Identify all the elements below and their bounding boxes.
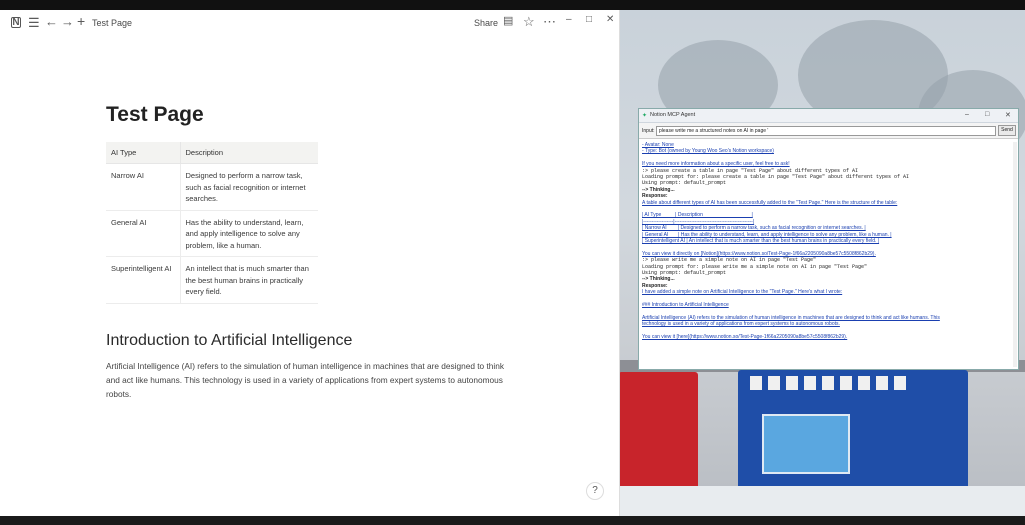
minimize-icon[interactable]: – (965, 111, 969, 118)
screen-top-bar (0, 0, 1025, 10)
breadcrumb[interactable]: Test Page (92, 18, 132, 28)
arrow-right-icon[interactable]: → (61, 15, 74, 28)
agent-window: ✦ Notion MCP Agent – □ ✕ Input: please w… (638, 108, 1019, 370)
snow-ground (618, 486, 1025, 516)
vending-slot (750, 376, 762, 390)
table-row: Superintelligent AI An intellect that is… (106, 256, 318, 304)
maximize-icon[interactable]: □ (586, 15, 592, 25)
app-icon: ✦ (642, 113, 648, 119)
notion-logo-icon[interactable]: N (11, 17, 21, 28)
notion-window: N ☰ ← → + Test Page Share ▤ ☆ ⋯ – □ ✕ Te… (0, 10, 620, 516)
page-title[interactable]: Test Page (106, 103, 204, 127)
minimize-icon[interactable]: – (566, 15, 572, 25)
vending-slot (894, 376, 906, 390)
table-row: General AI Has the ability to understand… (106, 210, 318, 257)
log-scrollbar[interactable] (1013, 142, 1017, 367)
screen: N ☰ ← → + Test Page Share ▤ ☆ ⋯ – □ ✕ Te… (0, 0, 1025, 525)
table-cell-type[interactable]: Superintelligent AI (106, 256, 181, 304)
plus-icon[interactable]: + (77, 14, 85, 28)
log-line: You can view it [here](https://www.notio… (642, 334, 848, 341)
screen-bottom-bar (0, 516, 1025, 525)
agent-titlebar: ✦ Notion MCP Agent – □ ✕ (639, 109, 1018, 123)
section-paragraph[interactable]: Artificial Intelligence (AI) refers to t… (106, 359, 516, 401)
table-row: Narrow AI Designed to perform a narrow t… (106, 163, 318, 211)
send-button[interactable]: Send (998, 125, 1016, 136)
vending-slot (768, 376, 780, 390)
maximize-icon[interactable]: □ (985, 111, 989, 118)
prompt-input[interactable]: please write me a structured notes on AI… (656, 126, 996, 136)
ai-types-table: AI Type Description Narrow AI Designed t… (106, 142, 318, 304)
table-cell-description[interactable]: Has the ability to understand, learn, an… (180, 210, 318, 257)
vending-slot (840, 376, 852, 390)
agent-log[interactable]: - Avatar: None - Type: Bot (owned by Youn… (642, 142, 1012, 367)
vending-slot (858, 376, 870, 390)
share-button[interactable]: Share (474, 18, 498, 28)
vending-slot (804, 376, 816, 390)
table-header-cell[interactable]: AI Type (106, 142, 181, 164)
table-cell-description[interactable]: An intellect that is much smarter than t… (180, 256, 318, 304)
table-header-row: AI Type Description (106, 142, 318, 164)
table-cell-description[interactable]: Designed to perform a narrow task, such … (180, 163, 318, 211)
comment-icon[interactable]: ▤ (503, 16, 513, 27)
vending-slot (822, 376, 834, 390)
vending-slot (786, 376, 798, 390)
section-heading[interactable]: Introduction to Artificial Intelligence (106, 332, 352, 350)
agent-title: Notion MCP Agent (650, 112, 696, 118)
agent-input-row: Input: please write me a structured note… (639, 123, 1018, 139)
star-icon[interactable]: ☆ (523, 15, 535, 28)
table-header-cell[interactable]: Description (180, 142, 318, 164)
vending-slot (876, 376, 888, 390)
close-icon[interactable]: ✕ (1005, 111, 1011, 119)
input-label: Input: (642, 128, 655, 134)
vending-machine-display (762, 414, 850, 474)
table-cell-type[interactable]: Narrow AI (106, 163, 181, 211)
close-icon[interactable]: ✕ (606, 15, 614, 25)
table-cell-type[interactable]: General AI (106, 210, 181, 257)
more-icon[interactable]: ⋯ (543, 15, 556, 28)
help-button[interactable]: ? (586, 482, 604, 500)
notion-titlebar: N ☰ ← → + Test Page Share ▤ ☆ ⋯ – □ ✕ (0, 10, 620, 36)
arrow-left-icon[interactable]: ← (45, 15, 58, 28)
menu-icon[interactable]: ☰ (28, 16, 40, 29)
